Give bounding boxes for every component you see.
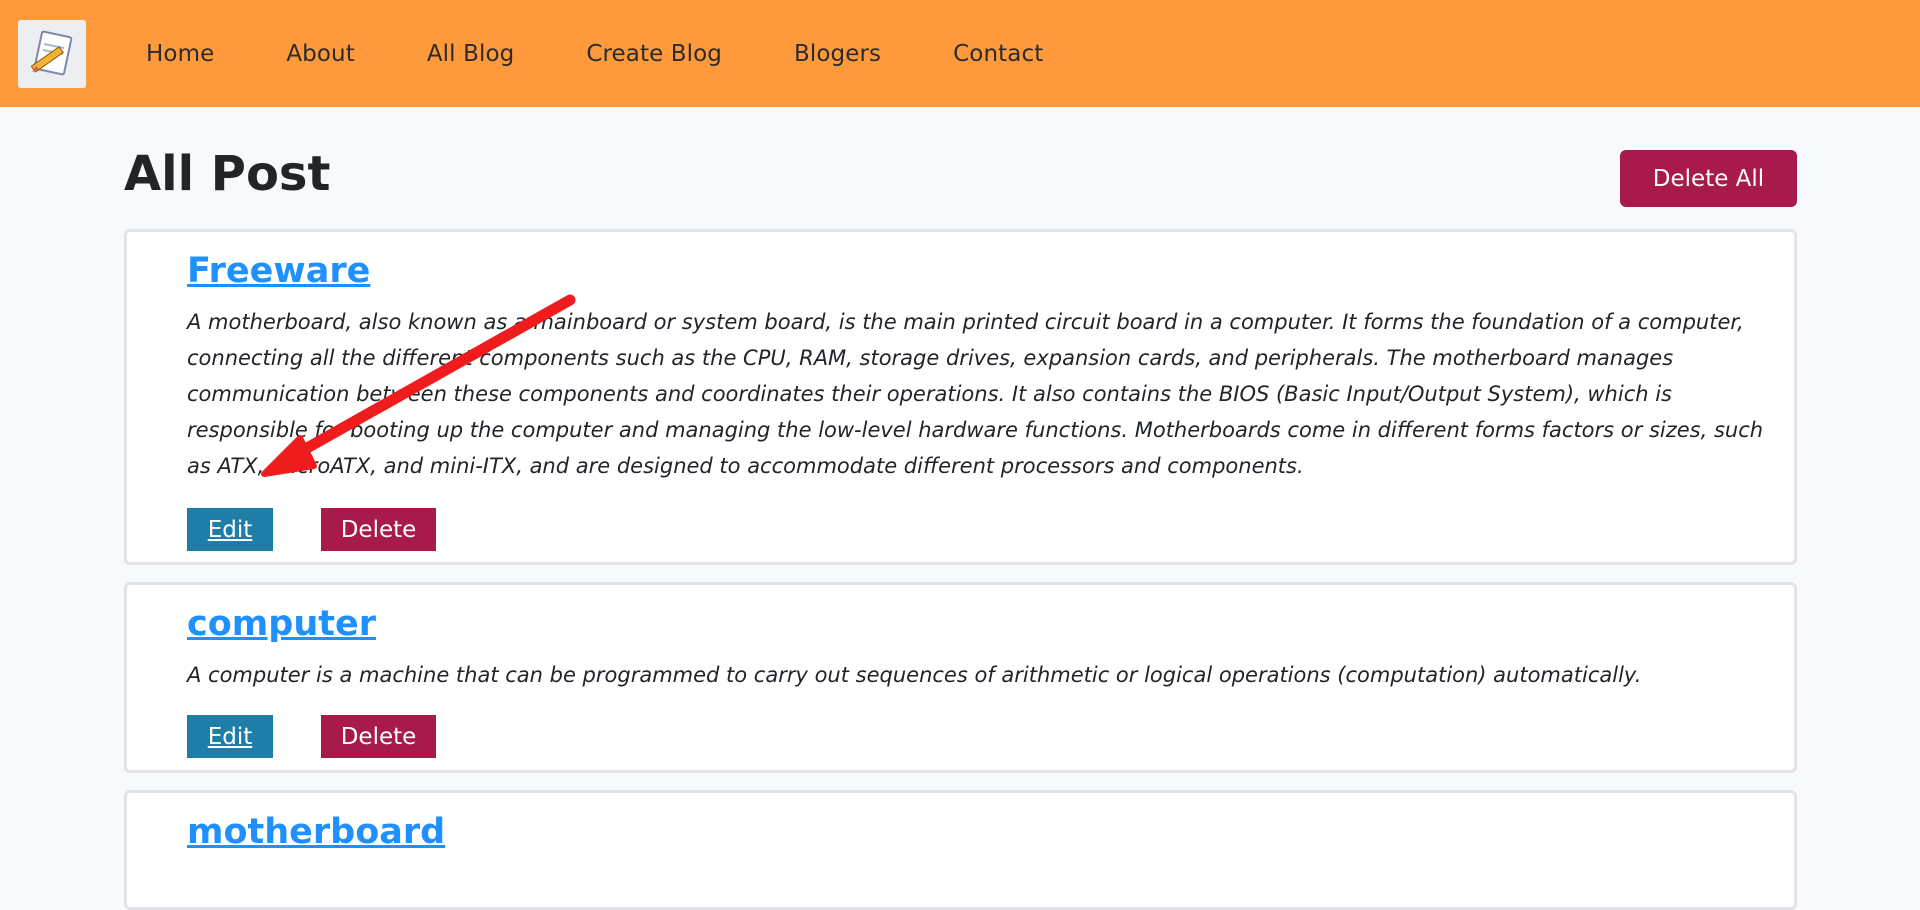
nav-links: Home About All Blog Create Blog Blogers … xyxy=(146,0,1115,107)
post-body: A motherboard, also known as a mainboard… xyxy=(187,310,1764,478)
edit-button[interactable]: Edit xyxy=(187,508,273,551)
nav-create-blog[interactable]: Create Blog xyxy=(586,41,722,67)
post-card: motherboard xyxy=(124,790,1797,910)
delete-all-button[interactable]: Delete All xyxy=(1620,150,1797,207)
navbar: Home About All Blog Create Blog Blogers … xyxy=(0,0,1920,107)
post-card: Freeware A motherboard, also known as a … xyxy=(124,229,1797,565)
post-body: A computer is a machine that can be prog… xyxy=(187,663,1642,687)
nav-all-blog[interactable]: All Blog xyxy=(427,41,514,67)
page-title: All Post xyxy=(124,146,331,202)
nav-home[interactable]: Home xyxy=(146,41,214,67)
notepad-pencil-icon xyxy=(30,30,73,76)
delete-button[interactable]: Delete xyxy=(321,508,436,551)
post-title[interactable]: computer xyxy=(187,604,376,644)
nav-blogers[interactable]: Blogers xyxy=(794,41,881,67)
nav-contact[interactable]: Contact xyxy=(953,41,1043,67)
post-card: computer A computer is a machine that ca… xyxy=(124,582,1797,773)
logo[interactable] xyxy=(18,20,86,88)
nav-about[interactable]: About xyxy=(286,41,355,67)
delete-button[interactable]: Delete xyxy=(321,715,436,758)
edit-button[interactable]: Edit xyxy=(187,715,273,758)
post-title[interactable]: motherboard xyxy=(187,812,445,852)
post-title[interactable]: Freeware xyxy=(187,251,370,291)
